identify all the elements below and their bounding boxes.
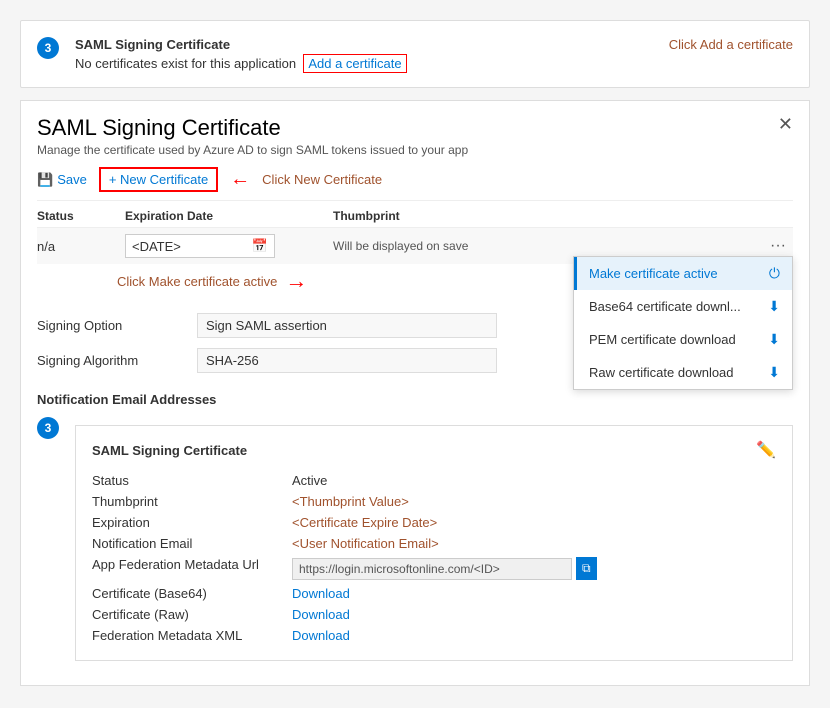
cert-info-box: SAML Signing Certificate ✏️ Status Activ…	[75, 425, 793, 661]
panel-title: SAML Signing Certificate	[37, 115, 468, 141]
cert-raw-label: Certificate (Raw)	[92, 607, 292, 622]
cert-base64-label: Certificate (Base64)	[92, 586, 292, 601]
cert-raw-download-link[interactable]: Download	[292, 607, 350, 622]
cert-box-title: SAML Signing Certificate	[92, 443, 247, 458]
cert-raw-row: Certificate (Raw) Download	[92, 604, 776, 625]
edit-icon[interactable]: ✏️	[756, 440, 776, 460]
step-badge-cert-box: 3	[37, 417, 59, 439]
cert-metadata-url-container: ⧉	[292, 557, 597, 580]
col-header-status: Status	[37, 209, 117, 223]
add-certificate-link[interactable]: Add a certificate	[303, 54, 406, 73]
col-header-thumbprint: Thumbprint	[333, 209, 755, 223]
new-certificate-button[interactable]: + New Certificate	[99, 167, 218, 192]
save-icon: 💾	[37, 172, 53, 188]
date-input[interactable]: <DATE> 📅	[125, 234, 275, 258]
signing-option-value: Sign SAML assertion	[197, 313, 497, 338]
menu-item-make-active[interactable]: Make certificate active ⏻	[574, 257, 792, 290]
cert-notification-row: Notification Email <User Notification Em…	[92, 533, 776, 554]
pem-download-label: PEM certificate download	[589, 332, 736, 347]
signing-algorithm-label: Signing Algorithm	[37, 353, 197, 368]
cert-expiration-label: Expiration	[92, 515, 292, 530]
calendar-icon: 📅	[252, 238, 268, 254]
toolbar-hint: Click New Certificate	[262, 172, 382, 187]
cert-federation-xml-label: Federation Metadata XML	[92, 628, 292, 643]
cert-federation-xml-row: Federation Metadata XML Download	[92, 625, 776, 646]
power-icon: ⏻	[769, 265, 780, 282]
download-icon-raw: ⬇	[768, 364, 780, 381]
panel-subtitle: Manage the certificate used by Azure AD …	[37, 143, 468, 157]
col-header-expiration: Expiration Date	[125, 209, 325, 223]
cert-thumbprint-label: Thumbprint	[92, 494, 292, 509]
cert-base64-download-link[interactable]: Download	[292, 586, 350, 601]
row-context-menu-button[interactable]: ···	[763, 237, 793, 255]
close-button[interactable]: ✕	[778, 115, 793, 133]
copy-url-button[interactable]: ⧉	[576, 557, 597, 580]
step-badge-top: 3	[37, 37, 59, 59]
metadata-url-input[interactable]	[292, 558, 572, 580]
cert-metadata-url-label: App Federation Metadata Url	[92, 557, 292, 580]
new-cert-label: + New Certificate	[109, 172, 208, 187]
context-menu-dropdown: Make certificate active ⏻ Base64 certifi…	[573, 256, 793, 390]
make-active-label: Make certificate active	[589, 266, 718, 281]
cert-base64-row: Certificate (Base64) Download	[92, 583, 776, 604]
row-status: n/a	[37, 239, 117, 254]
cert-active-hint: Click Make certificate active	[37, 274, 277, 289]
top-notice-text: No certificates exist for this applicati…	[75, 56, 296, 71]
menu-item-base64-download[interactable]: Base64 certificate downl... ⬇	[574, 290, 792, 323]
date-value: <DATE>	[132, 239, 181, 254]
cert-expiration-value: <Certificate Expire Date>	[292, 515, 437, 530]
cert-thumbprint-value: <Thumbprint Value>	[292, 494, 409, 509]
cert-federation-xml-download-link[interactable]: Download	[292, 628, 350, 643]
cert-notification-value: <User Notification Email>	[292, 536, 439, 551]
cert-status-row: Status Active	[92, 470, 776, 491]
signing-algorithm-value: SHA-256	[197, 348, 497, 373]
thumbprint-placeholder: Will be displayed on save	[333, 239, 755, 253]
cert-status-label: Status	[92, 473, 292, 488]
menu-item-pem-download[interactable]: PEM certificate download ⬇	[574, 323, 792, 356]
cert-thumbprint-row: Thumbprint <Thumbprint Value>	[92, 491, 776, 512]
cert-metadata-url-row: App Federation Metadata Url ⧉	[92, 554, 776, 583]
cert-active-arrow-icon: →	[285, 268, 307, 294]
top-notice-title: SAML Signing Certificate	[75, 37, 601, 52]
cert-expiration-row: Expiration <Certificate Expire Date>	[92, 512, 776, 533]
notification-section-label: Notification Email Addresses	[37, 392, 793, 407]
save-label: Save	[57, 172, 87, 187]
raw-download-label: Raw certificate download	[589, 365, 734, 380]
menu-item-raw-download[interactable]: Raw certificate download ⬇	[574, 356, 792, 389]
base64-download-label: Base64 certificate downl...	[589, 299, 741, 314]
signing-option-label: Signing Option	[37, 318, 197, 333]
add-cert-hint: Click Add a certificate	[669, 37, 793, 52]
save-button[interactable]: 💾 Save	[37, 172, 87, 188]
cert-notification-label: Notification Email	[92, 536, 292, 551]
cert-status-value: Active	[292, 473, 327, 488]
toolbar-arrow-icon: ←	[230, 168, 250, 191]
download-icon-base64: ⬇	[768, 298, 780, 315]
download-icon-pem: ⬇	[768, 331, 780, 348]
